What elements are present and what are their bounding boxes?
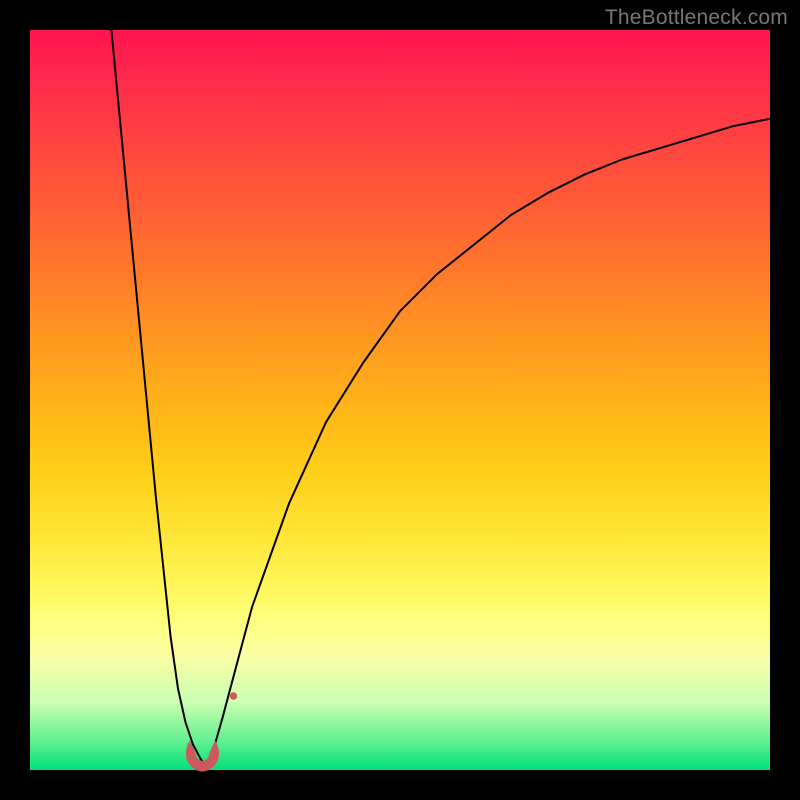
marker-right-dot [230, 692, 237, 699]
curve-layer [30, 30, 770, 770]
marker-valley-blob [186, 741, 219, 772]
outer-frame: TheBottleneck.com [0, 0, 800, 800]
watermark-text: TheBottleneck.com [605, 6, 788, 30]
plot-area [30, 30, 770, 770]
curve-right-branch [208, 119, 770, 770]
curve-left-branch [111, 30, 207, 770]
